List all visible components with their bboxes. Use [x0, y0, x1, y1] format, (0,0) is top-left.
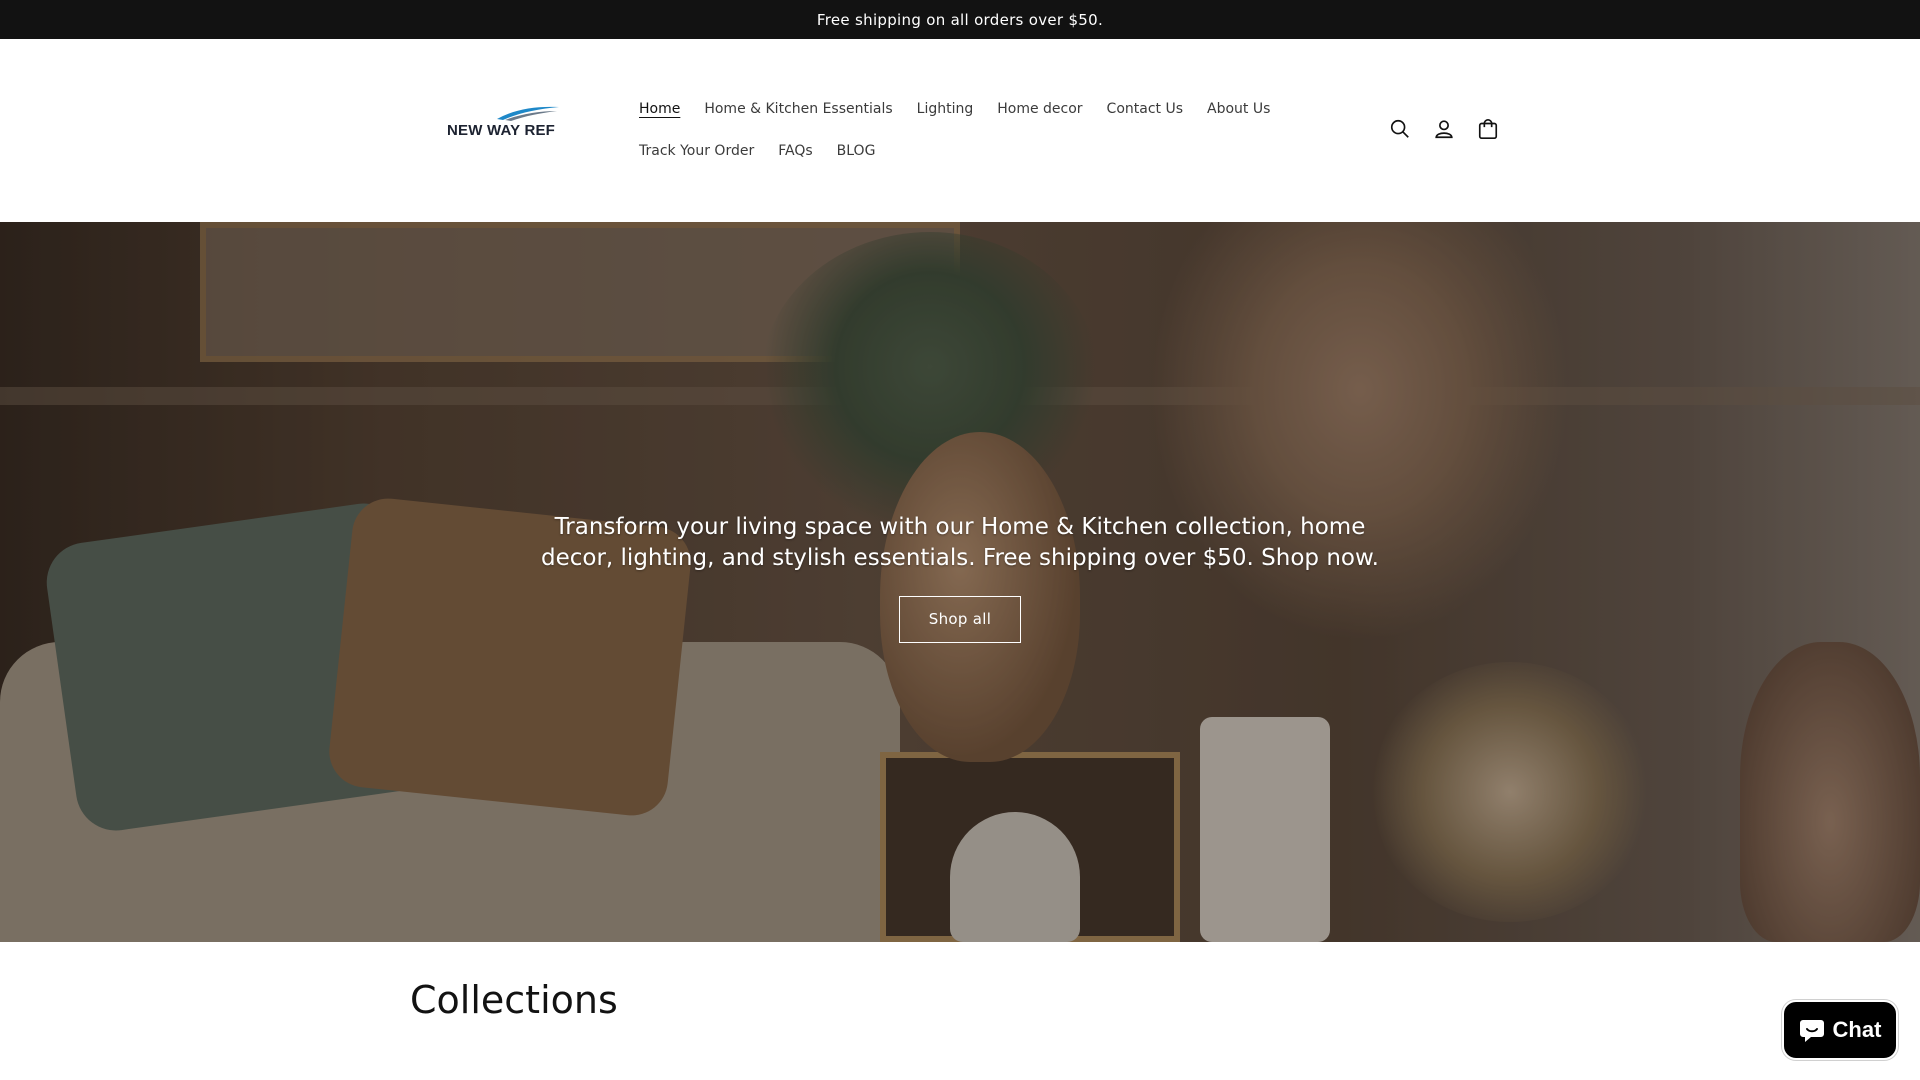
collections-heading: Collections	[410, 978, 618, 1022]
chat-bubble-icon	[1799, 1020, 1824, 1042]
nav-contact-us[interactable]: Contact Us	[1107, 99, 1183, 119]
announcement-text: Free shipping on all orders over $50.	[816, 10, 1104, 29]
hero-content: Transform your living space with our Hom…	[0, 512, 1920, 643]
main-nav-row-1: Home Home & Kitchen Essentials Lighting …	[639, 99, 1270, 119]
nav-home-kitchen-essentials[interactable]: Home & Kitchen Essentials	[704, 99, 892, 119]
account-icon[interactable]	[1432, 117, 1456, 141]
logo[interactable]: NEW WAY REF	[445, 105, 565, 145]
announcement-bar: Free shipping on all orders over $50.	[0, 0, 1920, 39]
nav-about-us[interactable]: About Us	[1207, 99, 1270, 119]
logo-text: NEW WAY REF	[447, 122, 556, 139]
nav-faqs[interactable]: FAQs	[778, 141, 812, 161]
main-nav-row-2: Track Your Order FAQs BLOG	[639, 141, 875, 161]
nav-track-your-order[interactable]: Track Your Order	[639, 141, 754, 161]
logo-swoosh-icon	[497, 106, 559, 121]
nav-blog[interactable]: BLOG	[837, 141, 876, 161]
chat-button[interactable]: Chat	[1782, 1000, 1898, 1060]
site-header: NEW WAY REF Home Home & Kitchen Essentia…	[0, 39, 1920, 222]
header-icons	[1388, 117, 1500, 141]
hero-text: Transform your living space with our Hom…	[541, 514, 1379, 571]
chat-label: Chat	[1832, 1017, 1882, 1042]
nav-lighting[interactable]: Lighting	[917, 99, 974, 119]
cart-icon[interactable]	[1476, 117, 1500, 141]
nav-home-decor[interactable]: Home decor	[997, 99, 1082, 119]
shop-all-button[interactable]: Shop all	[899, 596, 1021, 643]
nav-home[interactable]: Home	[639, 99, 680, 119]
search-icon[interactable]	[1388, 117, 1412, 141]
hero-banner: Transform your living space with our Hom…	[0, 222, 1920, 942]
